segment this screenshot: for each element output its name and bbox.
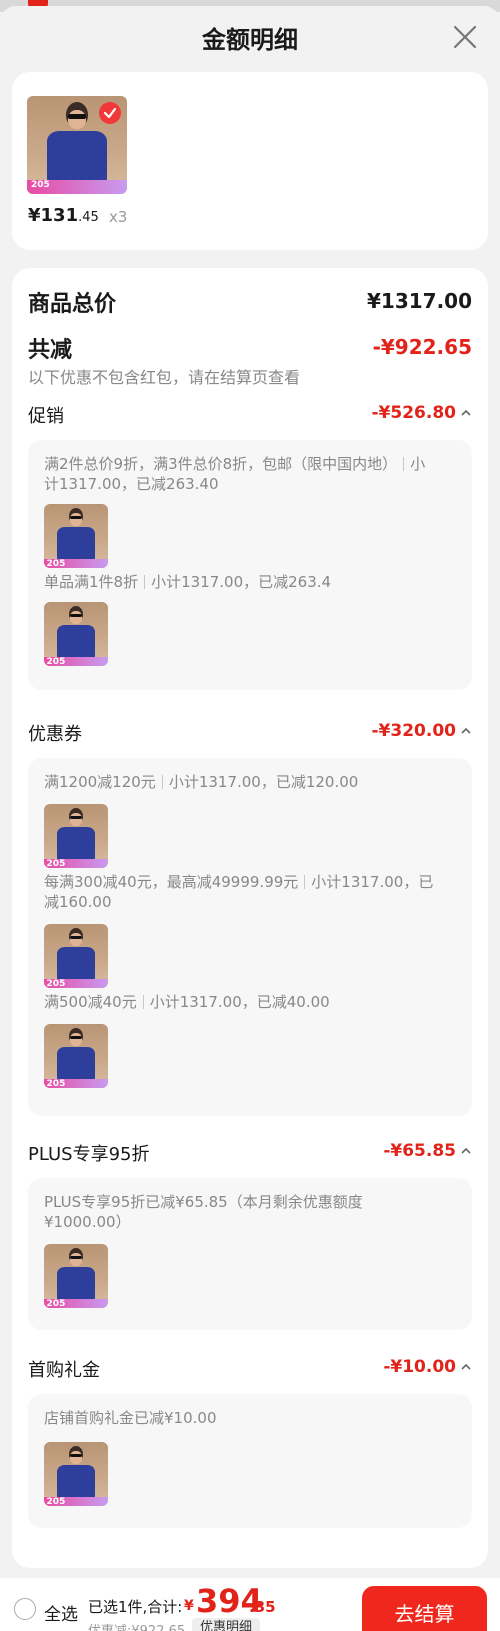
total-amount-decimal: .35 — [249, 1598, 276, 1616]
coupon-rule-1: 满1200减120元 小计1317.00，已减120.00 — [44, 773, 359, 791]
breakdown-card: 商品总价 ¥1317.00 共减 -¥922.65 以下优惠不包含红包，请在结算… — [12, 268, 488, 1568]
discount-note: 以下优惠不包含红包，请在结算页查看 — [28, 368, 301, 387]
product-thumbnail: 205 — [44, 1024, 108, 1088]
chevron-up-icon — [461, 727, 471, 734]
product-thumbnail: 205 — [44, 924, 108, 988]
section-plus-box: PLUS专享95折已减¥65.85（本月剩余优惠额度 ¥1000.00） 205 — [28, 1178, 472, 1330]
section-label: PLUS专享95折 — [28, 1144, 150, 1165]
sheet-title: 金额明细 — [202, 26, 298, 54]
product-image[interactable]: 205 — [27, 96, 127, 194]
total-price-label: 商品总价 — [28, 292, 117, 317]
select-all-checkbox[interactable] — [14, 1598, 36, 1620]
section-gift-box: 店铺首购礼金已减¥10.00 205 — [28, 1394, 472, 1528]
product-thumbnail: 205 — [44, 1442, 108, 1506]
saved-amount-text: 优惠减:¥922.65 — [88, 1620, 185, 1631]
gift-rule: 店铺首购礼金已减¥10.00 — [44, 1409, 217, 1427]
total-reduction-label: 共减 — [28, 338, 73, 363]
product-thumbnail: 205 — [44, 602, 108, 666]
amount-detail-sheet: 金额明细 205 ¥131.45 x3 商品总价 ¥1317.00 共减 -¥9… — [0, 6, 500, 1631]
product-price: ¥131.45 — [28, 205, 99, 226]
total-reduction-row: 共减 -¥922.65 — [28, 332, 472, 363]
product-thumbnail: 205 — [44, 804, 108, 868]
select-all-label[interactable]: 全选 — [44, 1600, 78, 1625]
section-value: -¥65.85 — [383, 1141, 456, 1161]
product-thumbnail: 205 — [44, 504, 108, 568]
selected-count-text: 已选1件,合计: — [88, 1598, 183, 1616]
section-value: -¥10.00 — [383, 1357, 456, 1377]
close-icon[interactable] — [450, 22, 480, 52]
total-currency: ¥ — [184, 1598, 194, 1614]
coupon-rule-3: 满500减40元 小计1317.00，已减40.00 — [44, 993, 330, 1011]
section-coupon-box: 满1200减120元 小计1317.00，已减120.00 205 每满300减4… — [28, 758, 472, 1116]
total-price-row: 商品总价 ¥1317.00 — [28, 286, 472, 317]
product-quantity: x3 — [109, 208, 128, 226]
section-coupon-header[interactable]: 优惠券 -¥320.00 — [28, 720, 472, 746]
promo-rule-2: 单品满1件8折 小计1317.00，已减263.4 — [44, 573, 332, 591]
section-value: -¥320.00 — [371, 721, 457, 741]
section-promo-box: 满2件总价9折，满3件总价8折，包邮（限中国内地）小计1317.00，已减263… — [28, 440, 472, 690]
promo-rule-1: 满2件总价9折，满3件总价8折，包邮（限中国内地）小计1317.00，已减263… — [44, 455, 426, 493]
checkout-button[interactable]: 去结算 — [362, 1586, 487, 1631]
product-card: 205 ¥131.45 x3 — [12, 72, 488, 250]
checkout-bar: 全选 已选1件,合计: ¥ 394 .35 优惠减:¥922.65 优惠明细 去… — [0, 1578, 500, 1631]
section-value: -¥526.80 — [371, 403, 457, 423]
sheet-header: 金额明细 — [0, 6, 500, 70]
chevron-up-icon — [461, 1363, 471, 1370]
plus-rule: PLUS专享95折已减¥65.85（本月剩余优惠额度 ¥1000.00） — [44, 1193, 363, 1231]
chevron-up-icon — [461, 1147, 471, 1154]
checked-icon — [99, 102, 121, 124]
coupon-rule-2: 每满300减40元，最高减49999.99元 小计1317.00，已 减160.00 — [44, 873, 434, 911]
product-thumbnail: 205 — [44, 1244, 108, 1308]
total-reduction-value: -¥922.65 — [372, 335, 472, 359]
chevron-up-icon — [461, 409, 471, 416]
section-promo-header[interactable]: 促销 -¥526.80 — [28, 402, 472, 428]
section-label: 首购礼金 — [28, 1360, 100, 1381]
section-label: 促销 — [28, 406, 64, 427]
section-label: 优惠券 — [28, 724, 82, 745]
section-plus-header[interactable]: PLUS专享95折 -¥65.85 — [28, 1140, 472, 1166]
discount-detail-button[interactable]: 优惠明细 — [192, 1618, 261, 1631]
total-price-value: ¥1317.00 — [366, 289, 472, 313]
section-gift-header[interactable]: 首购礼金 -¥10.00 — [28, 1356, 472, 1382]
